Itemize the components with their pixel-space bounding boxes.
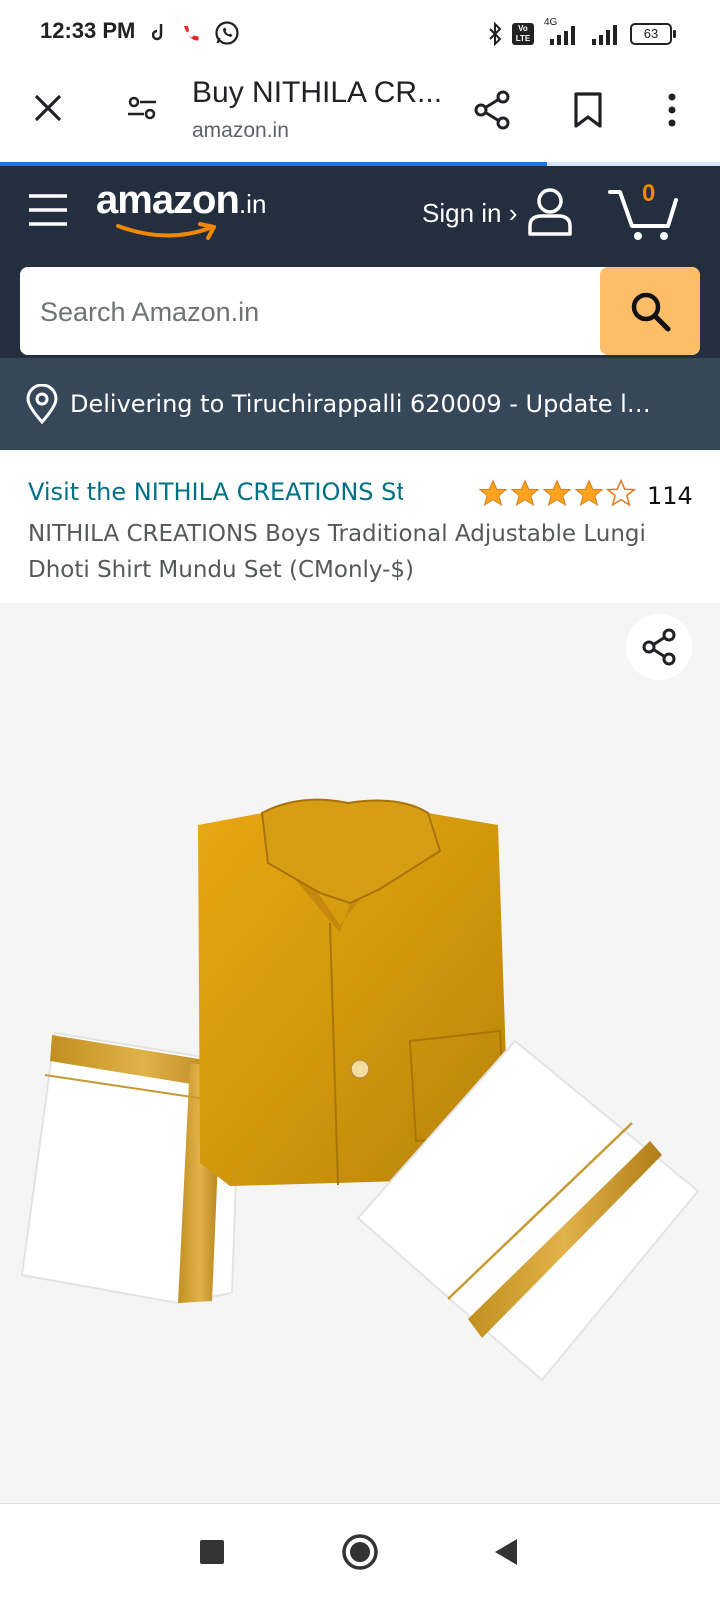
account-button[interactable] [524, 186, 576, 242]
delivery-location-text[interactable]: Delivering to Tiruchirappalli 620009 - U… [70, 390, 660, 418]
tiktok-like-notification-icon [152, 24, 163, 41]
image-share-button[interactable] [626, 614, 692, 680]
search-input[interactable] [20, 267, 622, 355]
bluetooth-icon [489, 22, 502, 46]
system-icons: Vo LTE 4G 63 [488, 17, 676, 50]
signal-4g-icon: 4G [544, 17, 580, 47]
amazon-logo-suffix: .in [238, 189, 267, 219]
rating-stars[interactable] [478, 478, 636, 508]
cart-count: 0 [642, 180, 656, 207]
search-icon [631, 292, 671, 332]
amazon-logo-text: amazon [96, 178, 240, 222]
share-button[interactable] [466, 86, 518, 134]
amazon-smile-icon [116, 222, 216, 240]
share-icon [474, 90, 510, 130]
star-empty-icon [606, 478, 636, 507]
bookmark-icon [574, 92, 602, 128]
notification-icons [152, 18, 240, 48]
close-icon [34, 94, 62, 122]
share-icon [642, 628, 676, 666]
home-button[interactable] [336, 1528, 384, 1576]
home-circle-icon [342, 1534, 378, 1570]
page-title: Buy NITHILA CR... [192, 76, 443, 109]
recent-apps-button[interactable] [190, 1530, 234, 1574]
status-bar: 12:33 PM Vo LTE 4G 63 [0, 0, 720, 68]
close-tab-button[interactable] [26, 86, 70, 130]
product-image [20, 798, 700, 1382]
more-vert-icon [668, 93, 676, 127]
back-triangle-icon [495, 1539, 517, 1565]
bookmark-button[interactable] [566, 86, 610, 134]
status-time: 12:33 PM [40, 18, 136, 43]
hamburger-icon [29, 194, 67, 226]
amazon-logo[interactable]: amazon.in [96, 178, 266, 248]
rating-count[interactable]: 114 [647, 482, 693, 510]
store-link[interactable]: Visit the NITHILA CREATIONS Store [28, 478, 403, 506]
site-settings-button[interactable] [120, 86, 164, 130]
star-filled-icon [510, 479, 540, 506]
search-box [20, 267, 700, 355]
square-icon [200, 1540, 224, 1564]
whatsapp-icon [215, 21, 239, 45]
tune-icon [128, 96, 156, 120]
battery-icon: 63 [630, 23, 676, 45]
star-filled-icon [478, 479, 508, 506]
page-url[interactable]: amazon.in [192, 119, 289, 143]
location-pin-icon [26, 384, 58, 424]
missed-call-icon [184, 26, 199, 41]
star-filled-icon [574, 479, 604, 506]
user-icon [528, 188, 572, 236]
more-options-button[interactable] [652, 86, 692, 134]
menu-button[interactable] [26, 188, 70, 232]
signal-icon [592, 25, 617, 45]
product-title: NITHILA CREATIONS Boys Traditional Adjus… [28, 521, 646, 583]
sign-in-link[interactable]: Sign in › [422, 198, 517, 229]
search-button[interactable] [600, 267, 700, 355]
product-image-area[interactable] [0, 603, 720, 1503]
volte-icon: Vo LTE [512, 23, 534, 45]
system-navigation-bar [0, 1503, 720, 1601]
star-filled-icon [542, 479, 572, 506]
back-button[interactable] [484, 1530, 528, 1574]
